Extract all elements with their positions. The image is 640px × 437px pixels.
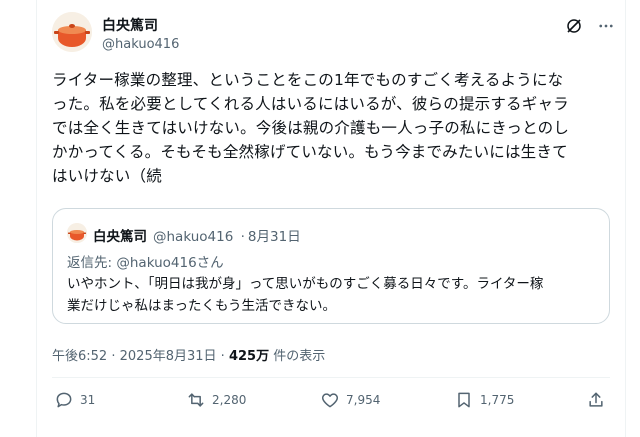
like-count: 7,954 [346,393,381,407]
quote-text: いやホント、「明日は我が身」って思いがものすごく募る日々です。ライター稼 業だけ… [67,273,597,317]
reply-to-label: 返信先: [67,255,113,271]
meta-separator: · [220,349,225,364]
share-icon [589,392,603,407]
meta-separator: · [111,349,116,364]
pot-avatar-image [52,12,92,52]
quote-line: いやホント、「明日は我が身」って思いがものすごく募る日々です。ライター稼 [67,276,544,292]
bookmark-icon [458,392,470,408]
action-bar: 31 2,280 7,954 1,775 [52,390,610,414]
author-avatar[interactable] [52,12,92,52]
quote-line: 業だけじゃ私はまったくもう生活できない。 [67,298,337,314]
bookmark-button[interactable]: 1,775 [454,390,514,410]
like-icon [321,393,339,408]
post-time[interactable]: 午後6:52 [52,349,107,364]
post-line: った。私を必要としてくれる人はいるにはいるが、彼らの提示するギャラ [52,95,569,113]
post-line: ライター稼業の整理、ということをこの1年でものすごく考えるようにな [52,71,564,89]
post-line: では全く生きてはいけない。今後は親の介護も一人っ子の私にきっとのし [52,119,570,137]
reply-icon [56,392,72,408]
reply-count: 31 [80,393,96,407]
reply-button[interactable]: 31 [54,390,95,410]
like-button[interactable]: 7,954 [320,390,380,410]
grok-icon[interactable] [564,16,584,36]
bookmark-count: 1,775 [480,393,515,407]
quote-separator: · [240,229,245,245]
quote-header: 白央篤司 @hakuo416 · 8月31日 [93,225,301,245]
author-name[interactable]: 白央篤司 [102,15,158,35]
pot-avatar-image [67,223,87,243]
more-icon[interactable] [596,16,616,36]
share-button[interactable] [586,390,606,410]
divider [52,377,610,378]
header-actions [564,16,616,36]
views-count: 425万 [228,349,270,364]
post-line: かかってくる。そもそも全然稼げていない。もう今までみたいには生きて [52,143,568,161]
post-line: はいけない（続 [52,167,162,185]
quote-author-name: 白央篤司 [93,229,147,245]
post-meta: 午後6:52 · 2025年8月31日 · 425万 件の表示 [52,345,325,364]
views-label: 件の表示 [273,349,326,364]
author-handle[interactable]: @hakuo416 [102,37,179,52]
repost-count: 2,280 [212,393,247,407]
post-date[interactable]: 2025年8月31日 [120,349,217,364]
post-text: ライター稼業の整理、ということをこの1年でものすごく考えるようにな った。私を必… [52,68,612,188]
quote-author-handle: @hakuo416 [153,229,234,245]
quote-author-avatar [67,223,87,243]
repost-button[interactable]: 2,280 [186,390,246,410]
reply-to-line: 返信先: @hakuo416さん [67,251,224,271]
reply-to-handle: @hakuo416さん [116,255,224,271]
repost-icon [188,393,204,407]
quoted-post[interactable]: 白央篤司 @hakuo416 · 8月31日 返信先: @hakuo416さん いや… [52,208,610,324]
quote-date: 8月31日 [247,229,301,245]
